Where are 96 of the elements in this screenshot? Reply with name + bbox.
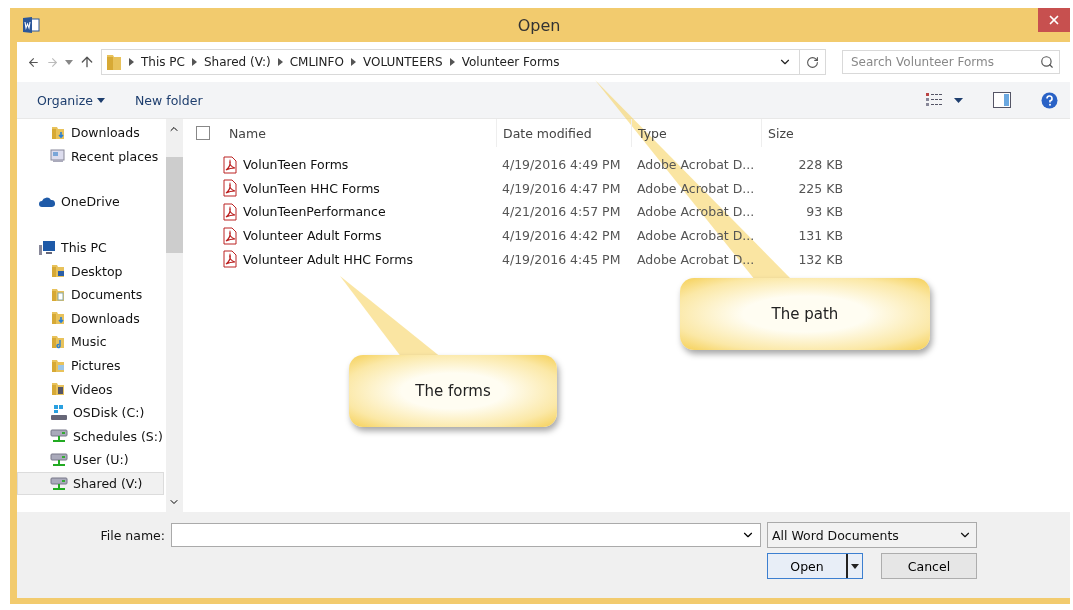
breadcrumb[interactable]: VOLUNTEERS [362, 55, 443, 69]
close-icon [1047, 13, 1061, 27]
breadcrumb[interactable]: CMLINFO [289, 55, 344, 69]
scrollbar[interactable] [165, 119, 183, 512]
date-cell-text: 4/21/2016 4:57 PM [501, 204, 622, 220]
file-name-label: File name: [99, 527, 165, 543]
sidebar-item[interactable]: Downloads [17, 306, 164, 331]
open-button[interactable]: Open [767, 553, 863, 579]
date-cell-text: 4/19/2016 4:42 PM [501, 228, 622, 244]
callout-bubble: The path [680, 278, 930, 350]
sidebar-item[interactable]: This PC [17, 235, 164, 260]
sidebar-item[interactable]: Schedules (S:) [17, 424, 164, 449]
preview-pane-button[interactable] [993, 92, 1011, 108]
file-name[interactable]: VolunTeenPerformance [222, 203, 496, 221]
pdf-file-icon [222, 203, 238, 221]
pdf-file-icon [222, 226, 238, 245]
word-app-icon [22, 16, 40, 34]
breadcrumb[interactable]: Shared (V:) [203, 55, 271, 69]
search-field[interactable]: Search Volunteer Forms [842, 50, 1060, 74]
recent-places-icon [50, 148, 66, 165]
file-name[interactable]: VolunTeen Forms [222, 155, 496, 174]
sidebar-item[interactable]: Desktop [17, 259, 164, 283]
select-all-checkbox[interactable] [196, 126, 210, 140]
search-icon [1040, 55, 1054, 69]
pdf-file-icon [222, 179, 238, 198]
sidebar-item[interactable]: Pictures [17, 353, 164, 378]
type-cell-text: Adobe Acrobat D... [636, 204, 756, 220]
cloud-icon [38, 195, 56, 209]
size-cell-text: 131 KB [797, 228, 843, 244]
pdf-file-icon [222, 250, 238, 269]
chevron-right-icon [129, 58, 134, 66]
date-cell-text: 4/19/2016 4:49 PM [501, 157, 622, 173]
computer-icon [38, 239, 56, 256]
column-header[interactable]: Type [631, 119, 761, 147]
date-cell-text: 4/19/2016 4:47 PM [501, 180, 622, 196]
sidebar-item[interactable]: Documents [17, 282, 164, 307]
network-drive-icon [50, 428, 68, 445]
refresh-icon [806, 55, 819, 69]
size-cell-text: 225 KB [797, 180, 843, 196]
sidebar-item[interactable]: Music [17, 330, 164, 354]
view-options-button[interactable] [926, 93, 963, 107]
caret-icon [954, 97, 963, 103]
size-cell-text: 132 KB [797, 251, 843, 267]
caret-icon [97, 97, 105, 103]
type-cell-text: Adobe Acrobat D... [636, 157, 756, 173]
back-button[interactable] [27, 55, 40, 69]
up-button[interactable] [79, 54, 95, 70]
file-name[interactable]: Volunteer Adult Forms [222, 226, 496, 245]
breadcrumb[interactable]: This PC [141, 55, 185, 69]
sidebar-item[interactable]: Downloads [17, 121, 164, 145]
chevron-right-icon [350, 58, 356, 66]
sidebar-item[interactable]: Shared (V:) [17, 471, 164, 496]
sidebar-item[interactable]: Videos [17, 377, 164, 401]
pdf-file-icon [222, 155, 238, 174]
file-name-field[interactable] [171, 523, 761, 547]
sidebar-item[interactable]: User (U:) [17, 448, 164, 472]
file-name[interactable]: Volunteer Adult HHC Forms [222, 250, 496, 269]
callout-bubble: The forms [349, 355, 557, 427]
folder-icon [50, 286, 66, 303]
caret-icon [851, 563, 859, 569]
new-folder-button[interactable]: New folder [135, 92, 203, 108]
size-cell-text: 93 KB [805, 204, 843, 220]
folder-icon [50, 124, 66, 141]
scrollbar-thumb[interactable] [165, 157, 183, 253]
network-drive-icon [50, 475, 68, 492]
folder-icon [50, 333, 66, 350]
column-header[interactable]: Date modified [496, 119, 631, 147]
network-drive-icon [50, 451, 68, 468]
folder-icon [50, 357, 66, 374]
window-title: Open [516, 15, 562, 35]
breadcrumb[interactable]: Volunteer Forms [461, 55, 560, 69]
chevron-right-icon [449, 58, 455, 66]
sidebar-item[interactable]: OneDrive [17, 190, 164, 214]
help-button[interactable] [1041, 91, 1058, 109]
close-button[interactable] [1038, 8, 1070, 32]
file-type-dropdown[interactable]: All Word Documents [767, 522, 977, 548]
recent-locations-button[interactable] [65, 59, 73, 65]
chevron-right-icon [277, 58, 283, 66]
sidebar-item[interactable]: OSDisk (C:) [17, 400, 164, 425]
cancel-button[interactable]: Cancel [881, 553, 977, 579]
folder-icon [106, 53, 122, 71]
folder-icon [50, 381, 66, 398]
folder-icon [50, 310, 66, 327]
date-cell-text: 4/19/2016 4:45 PM [501, 251, 622, 267]
caret-icon [65, 59, 73, 65]
type-cell-text: Adobe Acrobat D... [636, 180, 756, 196]
drive-icon [50, 404, 68, 421]
address-bar[interactable]: This PC Shared (V:) CMLINFO VOLUNTEERS Volunteer Forms [101, 49, 826, 75]
organize-menu[interactable]: Organize [37, 92, 105, 108]
folder-icon [50, 263, 66, 280]
sidebar-item[interactable]: Recent places [17, 144, 164, 169]
column-header[interactable]: Size [761, 119, 843, 147]
column-header[interactable]: Name [222, 119, 496, 147]
size-cell-text: 228 KB [797, 157, 843, 173]
file-name[interactable]: VolunTeen HHC Forms [222, 179, 496, 198]
chevron-right-icon [191, 58, 197, 66]
